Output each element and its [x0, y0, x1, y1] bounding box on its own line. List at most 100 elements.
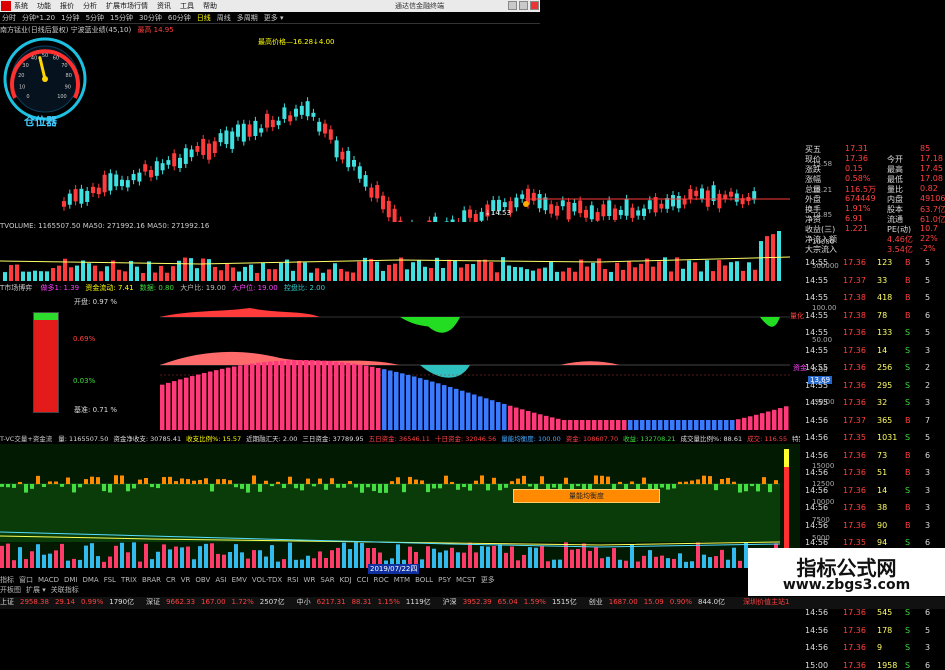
indicator-tab-9[interactable]: VR [181, 576, 191, 584]
tick-row[interactable]: 14:55 17.36 133 S 5 [805, 328, 945, 337]
tick-row[interactable]: 14:56 17.36 90 B 3 [805, 521, 945, 530]
mid-histogram-bar [334, 361, 339, 430]
mid-histogram-bar [706, 420, 711, 430]
tick-row[interactable]: 14:55 17.37 33 B 5 [805, 276, 945, 285]
volume-bar-bottom [120, 542, 124, 568]
tick-row[interactable]: 14:56 17.36 9 S 3 [805, 643, 945, 652]
indicator-tab-0[interactable]: 指标 [0, 576, 14, 584]
indicator-tab-4[interactable]: DMA [82, 576, 98, 584]
volume-bar-bottom [66, 560, 70, 568]
menu-item-4[interactable]: 扩展市场行情 [106, 1, 148, 11]
sub-tab-2[interactable]: 关联指标 [51, 586, 79, 594]
tick-row[interactable]: 14:56 17.36 14 S 3 [805, 486, 945, 495]
indicator-tab-11[interactable]: ASI [215, 576, 226, 584]
period-tab-2[interactable]: 1分钟 [61, 14, 79, 22]
volume-bar [345, 271, 349, 281]
status-amount: 1119亿 [405, 598, 431, 606]
indicator-tab-10[interactable]: OBV [195, 576, 210, 584]
indicator-tab-19[interactable]: ROC [373, 576, 388, 584]
indicator-tab-17[interactable]: KDJ [340, 576, 352, 584]
menu-item-0[interactable]: 系统 [14, 1, 28, 11]
menu-item-1[interactable]: 功能 [37, 1, 51, 11]
gauge-tick-label: 20 [18, 73, 24, 79]
volume-chart[interactable] [0, 231, 805, 283]
candlestick-chart[interactable] [0, 24, 805, 222]
indicator-tab-6[interactable]: TRIX [121, 576, 137, 584]
period-tab-6[interactable]: 60分钟 [168, 14, 191, 22]
menu-item-6[interactable]: 工具 [180, 1, 194, 11]
menu-item-3[interactable]: 分析 [83, 1, 97, 11]
indicator-tab-16[interactable]: SAR [320, 576, 334, 584]
tick-row[interactable]: 14:55 17.36 123 B 5 [805, 258, 945, 267]
funds-bar [66, 477, 70, 484]
mid-histogram-bar [316, 360, 321, 430]
period-tab-7[interactable]: 日线 [197, 14, 211, 22]
indicator-tab-12[interactable]: EMV [232, 576, 247, 584]
indicator-tab-23[interactable]: MCST [456, 576, 476, 584]
mid-histogram-bar [382, 369, 387, 430]
period-tab-0[interactable]: 分时 [2, 14, 16, 22]
indicator-tab-14[interactable]: RSI [287, 576, 298, 584]
tick-row[interactable]: 14:55 17.38 418 B 5 [805, 293, 945, 302]
indicator-tab-21[interactable]: BOLL [415, 576, 433, 584]
bottom-header-item-5: 五日资金: 36546.11 [368, 435, 430, 443]
indicator-tab-24[interactable]: 更多 [481, 576, 495, 584]
tick-row[interactable]: 14:55 17.36 256 S 2 [805, 363, 945, 372]
period-tab-10[interactable]: 更多 ▾ [264, 14, 284, 22]
period-tab-5[interactable]: 30分钟 [139, 14, 162, 22]
tick-row[interactable]: 14:56 17.36 178 S 5 [805, 626, 945, 635]
indicator-tab-13[interactable]: VOL-TDX [252, 576, 282, 584]
indicator-tab-18[interactable]: CCI [357, 576, 369, 584]
menu-item-5[interactable]: 资讯 [157, 1, 171, 11]
period-tab-4[interactable]: 15分钟 [110, 14, 133, 22]
indicator-tab-7[interactable]: BRAR [142, 576, 161, 584]
close-icon[interactable] [530, 1, 539, 10]
tick-row[interactable]: 14:56 17.36 38 B 3 [805, 503, 945, 512]
indicator-tab-1[interactable]: 窗口 [19, 576, 33, 584]
tick-row[interactable]: 14:56 17.37 365 B 7 [805, 416, 945, 425]
menu-item-2[interactable]: 报价 [60, 1, 74, 11]
tick-row[interactable]: 14:55 17.38 78 B 6 [805, 311, 945, 320]
tick-row[interactable]: 14:56 17.36 545 S 6 [805, 608, 945, 617]
period-tab-1[interactable]: 分钟*1.20 [22, 14, 55, 22]
funds-bar [246, 484, 250, 493]
status-pct: 0.99% [81, 598, 104, 606]
candle-body [665, 198, 670, 209]
minimize-icon[interactable] [508, 1, 517, 10]
volume-bar [189, 258, 193, 281]
period-tab-3[interactable]: 5分钟 [86, 14, 104, 22]
indicator-tab-2[interactable]: MACD [38, 576, 59, 584]
volume-bar [339, 268, 343, 281]
volume-bar-bottom [156, 551, 160, 568]
tick-row[interactable]: 14:56 17.36 73 B 6 [805, 451, 945, 460]
game-indicator-chart[interactable] [160, 290, 805, 430]
indicator-tab-20[interactable]: MTM [394, 576, 410, 584]
sub-tab-1[interactable]: 扩展 ▾ [26, 586, 46, 594]
tick-row[interactable]: 14:56 17.35 1031 S 5 [805, 433, 945, 442]
maximize-icon[interactable] [519, 1, 528, 10]
menu-item-7[interactable]: 帮助 [203, 1, 217, 11]
candle-body [195, 145, 200, 152]
indicator-tab-3[interactable]: DMI [64, 576, 78, 584]
funds-bar [690, 480, 694, 484]
tick-row[interactable]: 15:00 17.36 1958 S 6 [805, 661, 945, 670]
tick-row[interactable]: 14:55 17.36 295 S 2 [805, 381, 945, 390]
indicator-tab-5[interactable]: FSL [104, 576, 116, 584]
funds-bar [678, 481, 682, 484]
funds-bar [108, 484, 112, 493]
volume-funds-chart[interactable] [0, 444, 800, 568]
indicator-tab-22[interactable]: PSY [438, 576, 451, 584]
indicator-tab-8[interactable]: CR [166, 576, 176, 584]
tick-row[interactable]: 14:55 17.36 14 S 3 [805, 346, 945, 355]
period-tab-8[interactable]: 周线 [217, 14, 231, 22]
status-value: 2958.38 [20, 598, 49, 606]
indicator-tab-15[interactable]: WR [304, 576, 316, 584]
tick-row[interactable]: 14:56 17.35 94 S 6 [805, 538, 945, 547]
period-tab-9[interactable]: 多周期 [237, 14, 258, 22]
sub-tab-0[interactable]: 开板图 [0, 586, 21, 594]
tick-row[interactable]: 14:55 17.36 32 S 3 [805, 398, 945, 407]
candle-body [120, 179, 124, 187]
volume-bar [537, 268, 541, 281]
tick-row[interactable]: 14:56 17.36 51 B 3 [805, 468, 945, 477]
funds-bar [318, 478, 322, 484]
